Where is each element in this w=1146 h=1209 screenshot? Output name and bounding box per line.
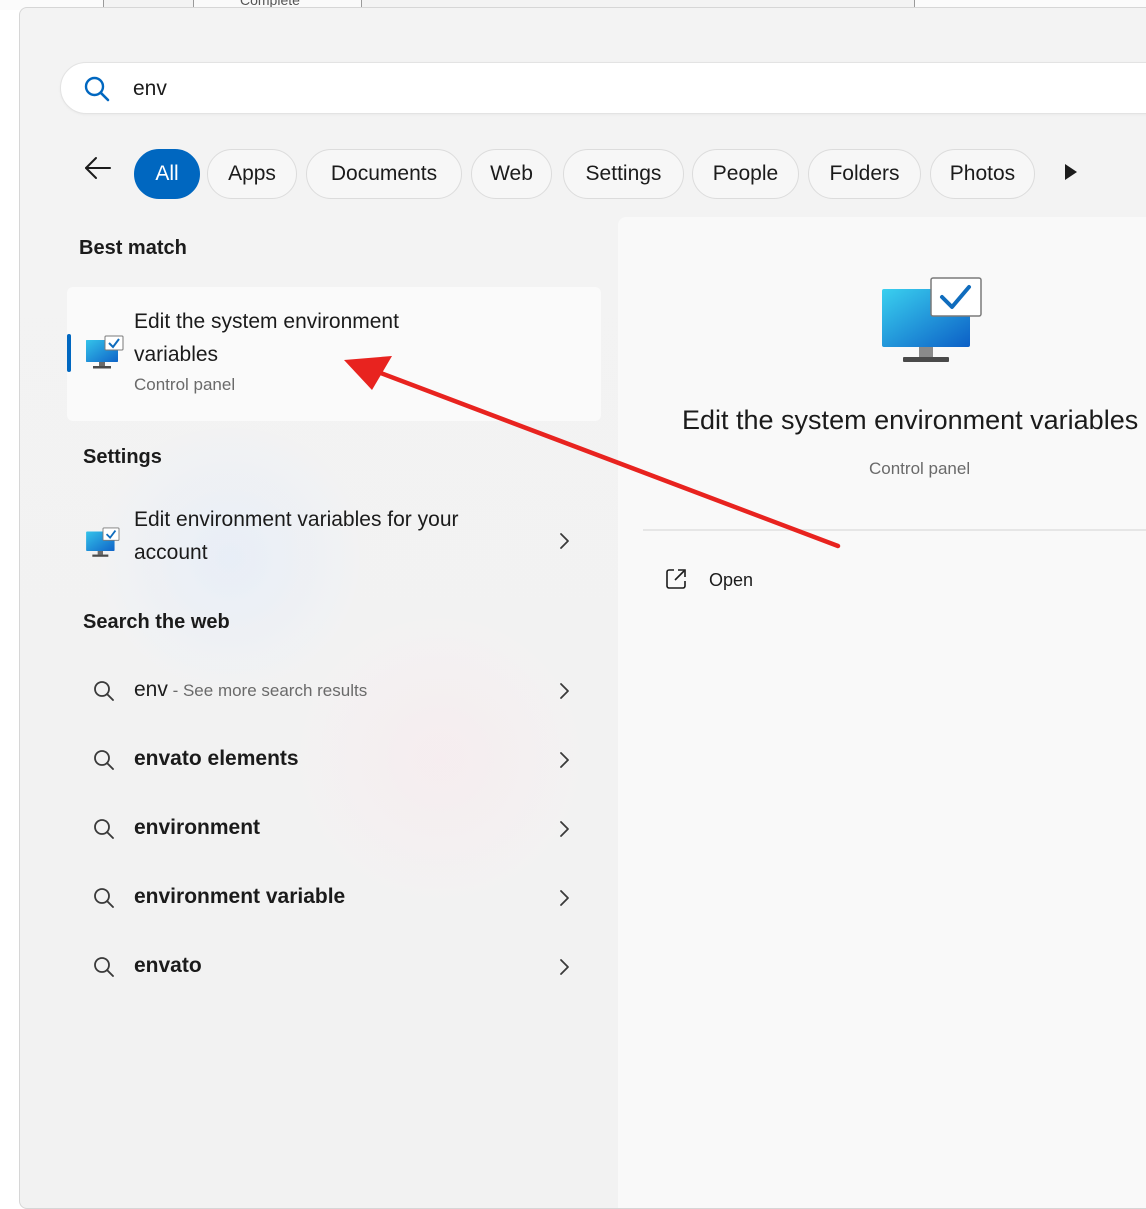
- chevron-right-icon: [557, 750, 571, 770]
- monitor-check-icon: [85, 527, 121, 564]
- search-web-heading: Search the web: [83, 611, 230, 633]
- web-suggestion-row[interactable]: environment variable: [67, 875, 601, 921]
- search-icon: [93, 680, 115, 707]
- selection-indicator: [67, 334, 71, 372]
- search-input[interactable]: [131, 75, 1035, 103]
- web-suggestion-label: environment: [134, 816, 261, 839]
- open-button[interactable]: Open: [658, 562, 858, 598]
- web-query-suffix: - See more search results: [167, 681, 368, 700]
- filter-documents[interactable]: Documents: [306, 149, 462, 199]
- filter-folders[interactable]: Folders: [808, 149, 921, 199]
- search-icon: [93, 818, 115, 845]
- web-suggestion-row[interactable]: envato: [67, 944, 601, 990]
- web-suggestion-row[interactable]: envato elements: [67, 737, 601, 783]
- web-suggestion-row[interactable]: environment: [67, 806, 601, 852]
- chevron-right-icon: [557, 957, 571, 977]
- web-suggestion-label: envato elements: [134, 747, 299, 770]
- search-icon: [93, 887, 115, 914]
- best-match-heading: Best match: [79, 237, 187, 259]
- best-match-title: Edit the system environment variables: [134, 310, 399, 366]
- open-external-icon: [664, 567, 688, 596]
- search-box[interactable]: [60, 62, 1146, 114]
- monitor-check-icon: [85, 335, 125, 376]
- start-search-panel: All Apps Documents Web Settings People F…: [19, 7, 1146, 1209]
- arrow-left-icon: [85, 157, 111, 179]
- chevron-right-icon: [557, 531, 571, 551]
- filter-all[interactable]: All: [134, 149, 200, 199]
- preview-subtitle: Control panel: [869, 459, 971, 478]
- settings-heading: Settings: [83, 446, 162, 468]
- search-icon: [83, 75, 111, 108]
- filter-photos[interactable]: Photos: [930, 149, 1035, 199]
- best-match-item[interactable]: Edit the system environment variables Co…: [67, 287, 601, 421]
- web-suggestion-label: envato: [134, 954, 202, 977]
- open-label: Open: [709, 570, 754, 590]
- monitor-check-icon: [881, 277, 985, 372]
- web-query: env: [134, 678, 168, 701]
- play-arrow-icon: [1065, 164, 1077, 180]
- back-button[interactable]: [82, 152, 114, 184]
- chevron-right-icon: [557, 681, 571, 701]
- more-filters-button[interactable]: [1063, 162, 1083, 186]
- filter-web[interactable]: Web: [471, 149, 552, 199]
- preview-pane: Edit the system environment variables Co…: [618, 217, 1146, 1208]
- chevron-right-icon: [557, 888, 571, 908]
- web-suggestion-label: environment variable: [134, 885, 346, 908]
- chevron-right-icon: [557, 819, 571, 839]
- settings-item-env-account[interactable]: Edit environment variables for your acco…: [67, 503, 601, 583]
- settings-item-label: Edit environment variables for your acco…: [134, 508, 459, 564]
- filter-apps[interactable]: Apps: [207, 149, 297, 199]
- divider: [643, 529, 1146, 531]
- search-icon: [93, 956, 115, 983]
- best-match-subtitle: Control panel: [134, 375, 236, 394]
- filter-people[interactable]: People: [692, 149, 799, 199]
- web-result-row[interactable]: env - See more search results: [67, 668, 601, 714]
- filter-settings[interactable]: Settings: [563, 149, 684, 199]
- preview-title: Edit the system environment variables: [682, 405, 1139, 435]
- search-icon: [93, 749, 115, 776]
